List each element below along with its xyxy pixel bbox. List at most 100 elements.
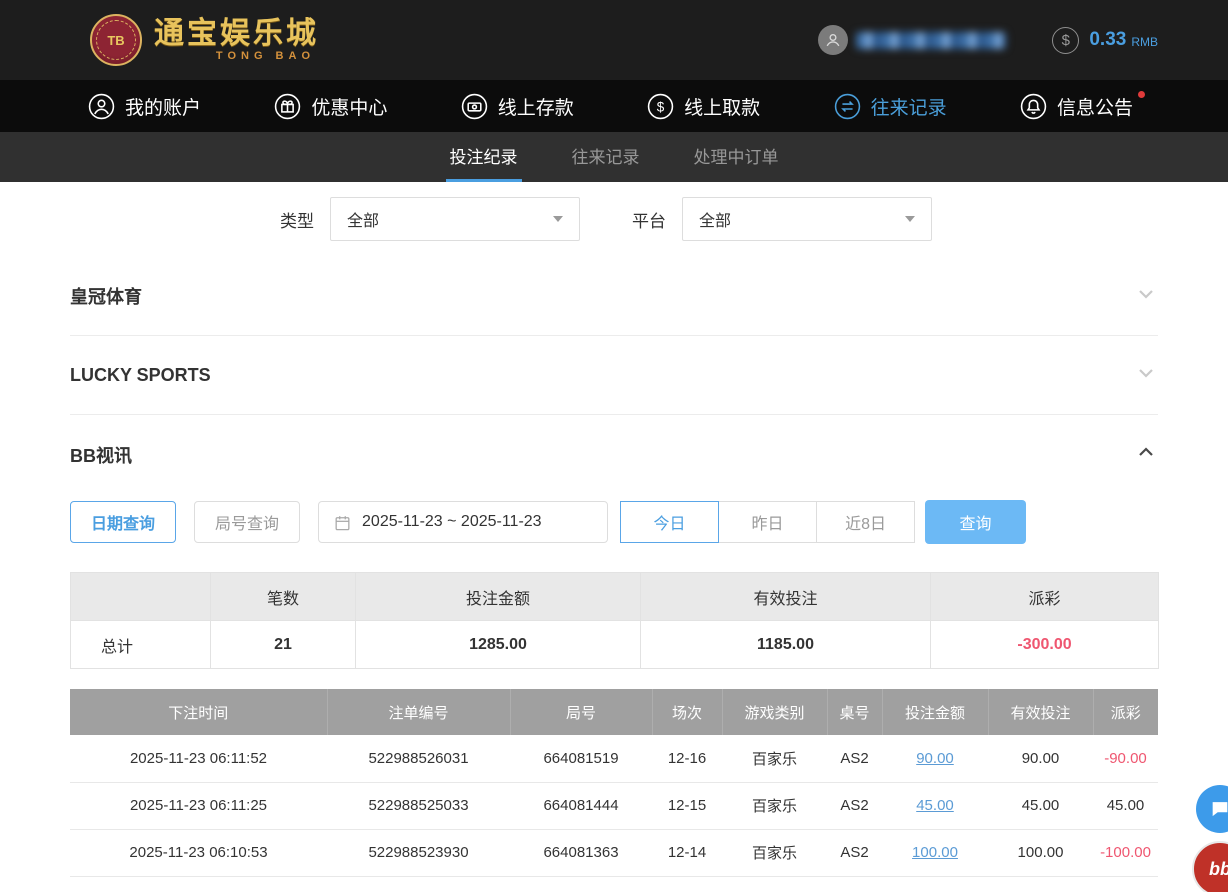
cell-valid: 100.00 [988,876,1093,892]
header-table-no: 桌号 [827,689,882,735]
gift-icon [274,93,301,120]
summary-header-blank [71,573,211,621]
calendar-icon [333,513,352,532]
cell-order: 522988523930 [327,829,510,876]
section-lucky-sports[interactable]: LUCKY SPORTS [70,336,1158,415]
deposit-icon [461,93,488,120]
cell-game: 百家乐 [722,782,827,829]
tab-betting-records[interactable]: 投注纪录 [446,132,522,182]
summary-table: 笔数 投注金额 有效投注 派彩 总计 21 1285.00 1185.00 -3… [70,572,1159,669]
bb-query-controls: 日期查询 局号查询 2025-11-23 ~ 2025-11-23 今日 昨日 … [70,500,1158,544]
platform-filter-label: 平台 [632,207,666,232]
header-time: 下注时间 [70,689,327,735]
balance-icon: $ [1052,27,1079,54]
cell-table: AS2 [827,735,882,782]
site-subtitle: TONG BAO [216,50,315,62]
cell-game: 百家乐 [722,735,827,782]
yesterday-button[interactable]: 昨日 [718,501,817,543]
cell-table: AS2 [827,829,882,876]
summary-count: 21 [211,621,356,669]
cell-bet: 45.00 [882,782,988,829]
balance-currency: RMB [1131,35,1158,49]
tab-pending-orders[interactable]: 处理中订单 [690,132,783,182]
nav-item-promotions[interactable]: 优惠中心 [274,93,387,120]
chevron-down-icon [1134,282,1158,311]
search-button[interactable]: 查询 [925,500,1026,544]
user-icon [88,93,115,120]
cell-order: 522988525033 [327,782,510,829]
top-header: TB 通宝娱乐城 TONG BAO $ 0.33 RMB [0,0,1228,80]
summary-total-label: 总计 [71,621,211,669]
site-title: 通宝娱乐城 [154,18,319,50]
cell-valid: 100.00 [988,829,1093,876]
tab-transaction-records[interactable]: 往来记录 [568,132,644,182]
table-row: 2025-11-23 06:10:19522988522852664081269… [70,876,1158,892]
header-order: 注单编号 [327,689,510,735]
bell-icon [1020,93,1047,120]
cell-table: AS2 [827,782,882,829]
chevron-down-icon [905,216,915,222]
header-round: 局号 [510,689,652,735]
chevron-down-icon [1134,361,1158,390]
section-crown-sports[interactable]: 皇冠体育 [70,257,1158,336]
svg-text:$: $ [657,99,665,114]
summary-valid-bet: 1185.00 [641,621,931,669]
type-filter-label: 类型 [280,207,314,232]
cell-order: 522988526031 [327,735,510,782]
withdraw-icon: $ [647,93,674,120]
cell-payout: -100.00 [1093,829,1158,876]
user-avatar-icon[interactable] [818,25,848,55]
last8days-button[interactable]: 近8日 [816,501,915,543]
bet-amount-link[interactable]: 100.00 [912,844,958,861]
site-logo[interactable]: TB 通宝娱乐城 TONG BAO [90,14,319,66]
record-tabs: 投注纪录 往来记录 处理中订单 [0,132,1228,182]
cell-payout: -100.00 [1093,876,1158,892]
type-select[interactable]: 全部 [330,197,580,241]
cell-order: 522988522852 [327,876,510,892]
cell-bet: 90.00 [882,735,988,782]
main-nav: 我的账户 优惠中心 线上存款 $ 线上取款 往来记录 信息公告 [0,80,1228,132]
logo-chip-icon: TB [90,14,142,66]
table-row: 2025-11-23 06:10:53522988523930664081363… [70,829,1158,876]
bet-table-body: 2025-11-23 06:11:52522988526031664081519… [70,735,1158,892]
summary-row: 总计 21 1285.00 1185.00 -300.00 [71,621,1159,669]
filter-row: 类型 全部 平台 全部 [70,197,1158,241]
summary-header-payout: 派彩 [931,573,1159,621]
nav-item-announcements[interactable]: 信息公告 [1020,93,1133,120]
bet-amount-link[interactable]: 90.00 [916,750,954,767]
cell-round: 664081363 [510,829,652,876]
round-query-button[interactable]: 局号查询 [194,501,300,543]
summary-header-count: 笔数 [211,573,356,621]
cell-time: 2025-11-23 06:11:52 [70,735,327,782]
section-bb-video[interactable]: BB视讯 [70,415,1158,494]
header-valid-bet: 有效投注 [988,689,1093,735]
cell-table: AS2 [827,876,882,892]
platform-select[interactable]: 全部 [682,197,932,241]
cell-round: 664081519 [510,735,652,782]
cell-session: 12-14 [652,829,722,876]
summary-header-bet: 投注金额 [356,573,641,621]
table-row: 2025-11-23 06:11:52522988526031664081519… [70,735,1158,782]
cell-session: 12-16 [652,735,722,782]
cell-time: 2025-11-23 06:10:53 [70,829,327,876]
nav-item-records[interactable]: 往来记录 [834,93,947,120]
date-range-input[interactable]: 2025-11-23 ~ 2025-11-23 [318,501,608,543]
nav-item-withdraw[interactable]: $ 线上取款 [647,93,760,120]
cell-bet: 100.00 [882,829,988,876]
chat-icon [1209,798,1228,820]
today-button[interactable]: 今日 [620,501,719,543]
quick-range-group: 今日 昨日 近8日 [620,501,915,543]
balance-amount: 0.33 [1089,29,1126,51]
table-header-row: 下注时间 注单编号 局号 场次 游戏类别 桌号 投注金额 有效投注 派彩 [70,689,1158,735]
bet-records-table: 下注时间 注单编号 局号 场次 游戏类别 桌号 投注金额 有效投注 派彩 202… [70,689,1158,892]
nav-item-my-account[interactable]: 我的账户 [88,93,201,120]
username-redacted [856,32,1006,49]
date-query-button[interactable]: 日期查询 [70,501,176,543]
cell-session: 12-15 [652,782,722,829]
nav-item-deposit[interactable]: 线上存款 [461,93,574,120]
bet-amount-link[interactable]: 45.00 [916,797,954,814]
chevron-up-icon [1134,440,1158,469]
cell-valid: 45.00 [988,782,1093,829]
summary-bet-amount: 1285.00 [356,621,641,669]
records-icon [834,93,861,120]
